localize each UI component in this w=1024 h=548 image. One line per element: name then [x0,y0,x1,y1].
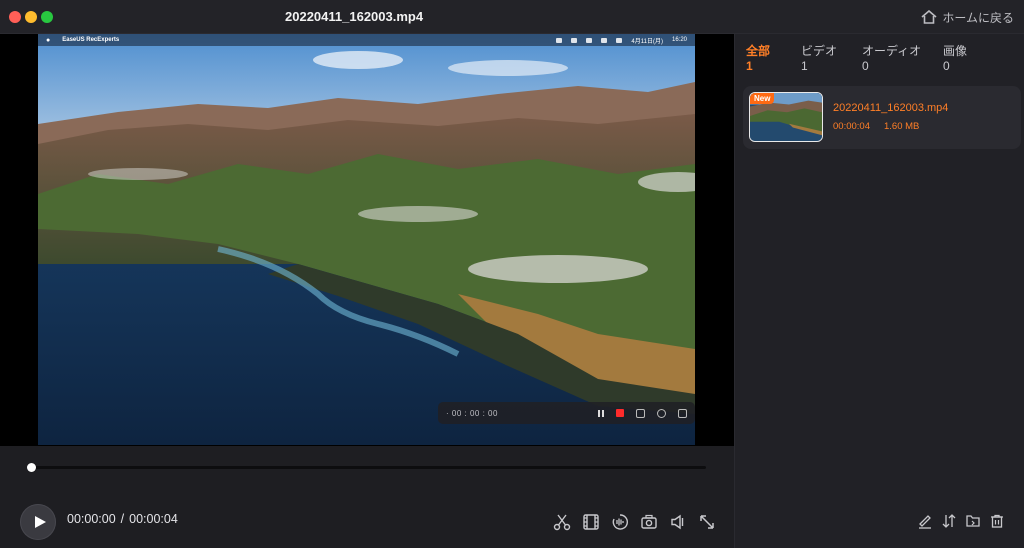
expand-icon [699,514,714,529]
recorded-app-name: EaseUS RecExperts [62,37,120,43]
camera-icon [640,514,657,529]
tab-label: 全部 [746,44,771,58]
fullscreen-button[interactable] [697,512,716,531]
stop-icon [616,409,624,417]
moon-icon [586,37,593,43]
tab-count: 0 [943,59,950,73]
list-item[interactable]: New 20220411_162003.mp4 00:00:04 1.60 MB [743,86,1021,149]
recorded-menu-bar: ● EaseUS RecExperts 4月11日(月) 16:20 [38,34,695,46]
pause-icon [598,409,604,417]
file-name: 20220411_162003.mp4 [833,102,949,114]
tab-video[interactable]: ビデオ 1 [801,44,837,74]
sort-button[interactable] [940,512,958,530]
timer-icon [657,408,666,418]
screenshot-icon [636,408,645,418]
close-window-button[interactable] [9,11,21,23]
tab-label: オーディオ [862,44,922,58]
file-size: 1.60 MB [883,121,920,132]
progress-track[interactable] [31,466,706,469]
delete-button[interactable] [988,512,1006,530]
trim-button[interactable] [552,512,571,531]
film-strip-icon [582,513,599,530]
tab-label: 画像 [943,44,968,58]
tab-image[interactable]: 画像 0 [943,44,967,74]
minimize-window-button[interactable] [25,11,37,23]
open-folder-button[interactable] [964,512,982,530]
scissors-icon [553,514,570,530]
sort-icon [942,514,956,528]
panel-actions [916,512,1006,530]
current-time: 00:00:00 [67,512,116,526]
media-type-tabs: 全部 1 ビデオ 1 オーディオ 0 画像 0 [735,44,1024,78]
timecode: 00:00:00 / 00:00:04 [67,512,178,526]
recorded-clock: 16:20 [671,37,687,43]
wifi-icon [616,37,623,43]
folder-icon [966,515,980,527]
recording-toolbar-time: · 00 : 00 : 00 [446,408,498,418]
window-title: 20220411_162003.mp4 [285,9,424,24]
file-thumbnail: New [749,92,823,142]
video-frame[interactable]: ● EaseUS RecExperts 4月11日(月) 16:20 · 00 … [38,34,695,445]
new-badge: New [750,93,775,104]
playback-controls: 00:00:00 / 00:00:04 [0,446,734,548]
zoom-window-button[interactable] [41,11,53,23]
time-separator: / [120,512,125,526]
tab-all[interactable]: 全部 1 [746,44,770,74]
total-time: 00:00:04 [129,512,178,526]
tab-count: 1 [801,59,808,73]
speaker-icon [670,514,683,529]
video-stage[interactable]: ● EaseUS RecExperts 4月11日(月) 16:20 · 00 … [0,34,734,446]
play-icon [34,516,46,528]
edit-button[interactable] [916,512,934,530]
file-meta: 00:00:04 1.60 MB [833,121,919,132]
progress-knob[interactable] [26,463,36,472]
file-duration: 00:00:04 [833,121,870,132]
tab-count: 0 [862,59,869,73]
snapshot-button[interactable] [639,512,658,531]
tab-count: 1 [746,59,753,73]
play-button[interactable] [20,504,56,540]
bluetooth-icon [571,37,578,43]
recorded-date: 4月11日(月) [631,38,663,45]
frames-button[interactable] [581,512,600,531]
editing-tools [552,512,716,531]
tab-label: ビデオ [801,44,838,58]
home-icon [921,10,937,24]
video-preview-image [38,34,695,445]
home-button[interactable]: ホームに戻る [921,8,1014,26]
audio-extract-button[interactable] [610,512,629,531]
tab-audio[interactable]: オーディオ 0 [862,44,921,74]
title-bar: 20220411_162003.mp4 ホームに戻る [0,0,1024,34]
recording-toolbar-overlay: · 00 : 00 : 00 [438,402,695,424]
trash-icon [991,514,1003,528]
home-button-label: ホームに戻る [942,10,1014,25]
status-icon [556,37,563,43]
battery-icon [601,37,608,43]
apple-icon: ● [46,36,51,44]
audio-icon [612,513,628,530]
picture-in-picture-icon [678,408,687,418]
media-list-panel: 全部 1 ビデオ 1 オーディオ 0 画像 0 New 20220411_162… [734,34,1024,548]
volume-button[interactable] [668,512,687,531]
edit-icon [919,515,931,529]
